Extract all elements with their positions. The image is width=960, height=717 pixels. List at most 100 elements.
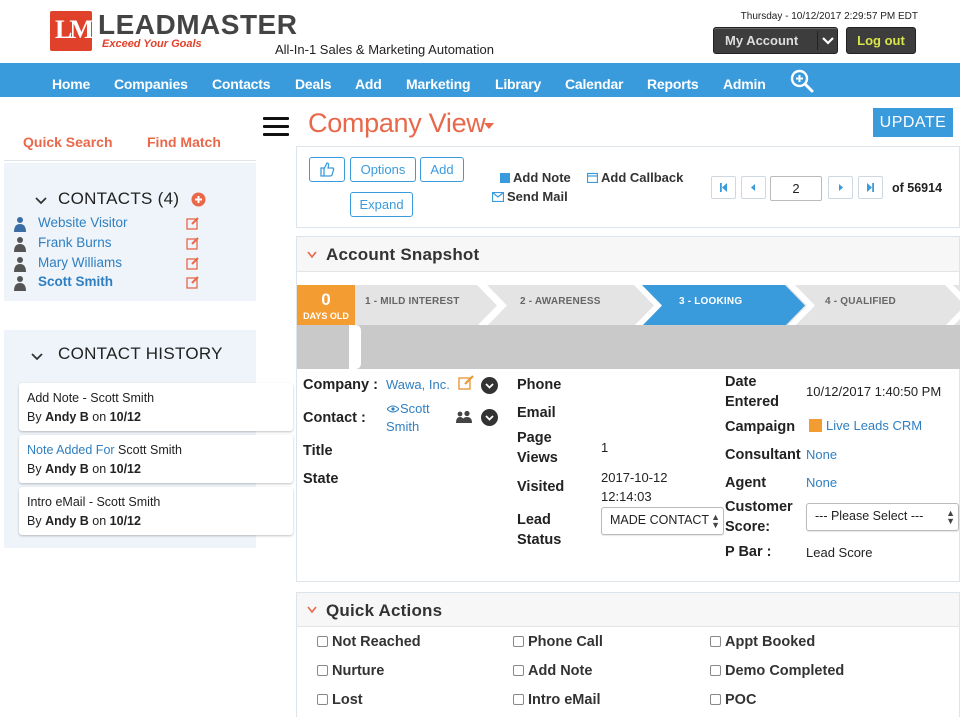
contact-name[interactable]: Website Visitor [38,215,128,230]
history-highlight: Note Added For [27,443,119,457]
stage-qualified[interactable]: 4 - QUALIFIED [825,296,896,307]
hamburger-menu-icon[interactable] [263,117,289,138]
last-page-button[interactable] [858,176,883,199]
search-icon[interactable] [789,68,815,94]
chevron-down-icon[interactable] [820,31,836,49]
thumbs-up-icon [320,162,335,177]
prev-page-button[interactable] [741,176,766,199]
edit-icon[interactable] [186,216,200,230]
contact-link-first[interactable]: Scott [400,401,430,416]
chevron-down-icon[interactable] [35,196,47,206]
add-contact-icon[interactable] [191,192,206,207]
caret-down-icon[interactable] [484,123,494,129]
customer-score-select[interactable]: --- Please Select --- ▲ ▼ [806,503,959,531]
qa-lost[interactable]: Lost [317,692,363,708]
chevron-down-icon[interactable] [307,251,317,259]
edit-icon[interactable] [186,275,200,289]
contact-row[interactable]: Frank Burns [14,235,204,253]
panel-header[interactable]: Quick Actions [297,593,959,627]
last-page-icon [867,183,874,192]
nav-item-marketing[interactable]: Marketing [406,76,471,92]
page-number-input[interactable]: 2 [770,176,822,201]
update-button[interactable]: UPDATE [873,108,953,137]
checkbox[interactable] [317,636,328,647]
qa-appt-booked[interactable]: Appt Booked [710,634,815,650]
qa-poc[interactable]: POC [710,692,756,708]
send-mail-link[interactable]: Send Mail [492,189,568,204]
consultant-link[interactable]: None [806,447,837,462]
nav-item-contacts[interactable]: Contacts [212,76,270,92]
nav-item-library[interactable]: Library [495,76,541,92]
stage-awareness[interactable]: 2 - AWARENESS [520,296,601,307]
nav-item-admin[interactable]: Admin [723,76,766,92]
quick-search-link[interactable]: Quick Search [23,134,113,150]
next-page-button[interactable] [828,176,853,199]
campaign-link[interactable]: Live Leads CRM [826,418,922,433]
panel-header[interactable]: Account Snapshot [297,237,959,272]
qa-not-reached[interactable]: Not Reached [317,634,421,650]
checkbox[interactable] [317,665,328,676]
contact-row[interactable]: Scott Smith [14,274,204,292]
expand-button[interactable]: Expand [350,192,413,217]
calendar-icon [587,172,598,183]
agent-link[interactable]: None [806,475,837,490]
qa-nurture[interactable]: Nurture [317,663,384,679]
nav-item-add[interactable]: Add [355,76,382,92]
checkbox[interactable] [710,636,721,647]
track-notch [349,325,361,369]
edit-icon[interactable] [186,256,200,270]
checkbox[interactable] [317,694,328,705]
contact-name[interactable]: Frank Burns [38,235,112,250]
edit-icon[interactable] [458,375,475,390]
add-button[interactable]: Add [420,157,464,182]
qa-add-note[interactable]: Add Note [513,663,592,679]
history-card[interactable]: Intro eMail - Scott Smith By Andy B on 1… [19,487,293,535]
contact-name[interactable]: Scott Smith [38,274,113,289]
chevron-down-circle-icon[interactable] [481,377,498,394]
page-title[interactable]: Company View [308,108,486,139]
contact-link-last[interactable]: Smith [386,419,419,434]
find-match-link[interactable]: Find Match [147,134,221,150]
checkbox[interactable] [513,694,524,705]
qa-intro-email[interactable]: Intro eMail [513,692,601,708]
company-link[interactable]: Wawa, Inc. [386,377,450,392]
options-button[interactable]: Options [350,157,416,182]
group-icon[interactable] [456,410,472,423]
nav-item-reports[interactable]: Reports [647,76,699,92]
edit-icon[interactable] [186,236,200,250]
chevron-down-circle-icon[interactable] [481,409,498,426]
history-card[interactable]: Note Added For Scott Smith By Andy B on … [19,435,293,483]
contact-row[interactable]: Website Visitor [14,215,204,233]
checkbox[interactable] [710,694,721,705]
select-arrows-icon: ▲ ▼ [711,512,720,530]
nav-item-home[interactable]: Home [52,76,90,92]
first-page-button[interactable] [711,176,736,199]
history-by: By [27,514,46,528]
agent-label: Agent [725,475,767,491]
nav-item-companies[interactable]: Companies [114,76,188,92]
contact-name[interactable]: Mary Williams [38,255,122,270]
qa-demo-completed[interactable]: Demo Completed [710,663,844,679]
person-icon [14,276,26,291]
add-note-link[interactable]: Add Note [500,170,571,185]
my-account-button[interactable]: My Account [713,27,838,54]
checkbox[interactable] [513,636,524,647]
logout-button[interactable]: Log out [846,27,916,54]
thumbs-up-button[interactable] [309,157,345,182]
nav-item-calendar[interactable]: Calendar [565,76,624,92]
stage-mild-interest[interactable]: 1 - MILD INTEREST [365,296,460,307]
date-entered-label-line2: Entered [725,394,779,410]
nav-item-deals[interactable]: Deals [295,76,332,92]
add-callback-link[interactable]: Add Callback [587,170,683,185]
eye-icon[interactable] [387,405,399,413]
qa-phone-call[interactable]: Phone Call [513,634,603,650]
lead-status-select[interactable]: MADE CONTACT ▲ ▼ [601,507,724,535]
checkbox[interactable] [513,665,524,676]
checkbox[interactable] [710,665,721,676]
contact-row[interactable]: Mary Williams [14,255,204,273]
chevron-down-icon[interactable] [307,606,317,614]
chevron-down-icon[interactable] [31,352,43,362]
history-by: By [27,462,46,476]
history-card[interactable]: Add Note - Scott Smith By Andy B on 10/1… [19,383,293,431]
stage-looking[interactable]: 3 - LOOKING [679,296,742,307]
